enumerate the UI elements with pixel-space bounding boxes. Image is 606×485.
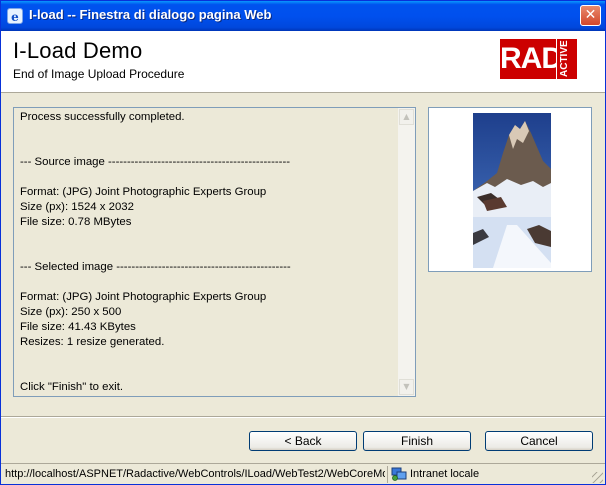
report-line: --- Source image -----------------------… xyxy=(20,156,291,168)
logo-text-main: RAD xyxy=(500,39,563,79)
page-subtitle: End of Image Upload Procedure xyxy=(13,67,185,81)
report-line: Process successfully completed. xyxy=(20,111,185,123)
report-line xyxy=(20,125,400,140)
resize-grip[interactable] xyxy=(592,472,603,483)
report-line xyxy=(20,140,400,155)
report-line: Format: (JPG) Joint Photographic Experts… xyxy=(20,291,267,303)
report-line: Size (px): 250 x 500 xyxy=(20,306,122,318)
report-line xyxy=(20,245,400,260)
report-line: Click "Finish" to exit. xyxy=(20,381,124,393)
finish-button[interactable]: Finish xyxy=(363,431,471,451)
vertical-scrollbar[interactable]: ▲ ▼ xyxy=(398,108,415,396)
report-line xyxy=(20,230,400,245)
report-line xyxy=(20,170,400,185)
logo-text-side: ACTIVE xyxy=(559,40,570,77)
intranet-zone-icon xyxy=(391,467,407,481)
radactive-logo: RAD ACTIVE xyxy=(500,39,577,79)
report-line xyxy=(20,365,400,380)
cancel-button[interactable]: Cancel xyxy=(485,431,593,451)
report-line: Resizes: 1 resize generated. xyxy=(20,336,165,348)
scroll-up-icon[interactable]: ▲ xyxy=(399,109,414,125)
report-line: File size: 0.78 MBytes xyxy=(20,216,132,228)
report-line: File size: 41.43 KBytes xyxy=(20,321,136,333)
close-button[interactable]: ✕ xyxy=(580,5,601,26)
image-preview xyxy=(428,107,592,272)
scroll-down-icon[interactable]: ▼ xyxy=(399,379,414,395)
mountain-photo xyxy=(473,113,551,268)
status-url: http://localhost/ASPNET/Radactive/WebCon… xyxy=(5,468,385,480)
report-line xyxy=(20,350,400,365)
title-bar[interactable]: e I-load -- Finestra di dialogo pagina W… xyxy=(1,1,605,31)
report-line: Size (px): 1524 x 2032 xyxy=(20,201,134,213)
ie-icon: e xyxy=(7,8,23,24)
dialog-window: e I-load -- Finestra di dialogo pagina W… xyxy=(0,0,606,485)
report-text: Process successfully completed. --- Sour… xyxy=(20,110,400,396)
report-line: Format: (JPG) Joint Photographic Experts… xyxy=(20,186,267,198)
status-bar: http://localhost/ASPNET/Radactive/WebCon… xyxy=(1,463,605,484)
security-zone-label: Intranet locale xyxy=(410,468,480,480)
back-button[interactable]: < Back xyxy=(249,431,357,451)
report-line xyxy=(20,275,400,290)
report-line: --- Selected image ---------------------… xyxy=(20,261,291,273)
window-title: I-load -- Finestra di dialogo pagina Web xyxy=(29,7,272,22)
report-box[interactable]: Process successfully completed. --- Sour… xyxy=(13,107,416,397)
page-title: I-Load Demo xyxy=(13,38,143,63)
